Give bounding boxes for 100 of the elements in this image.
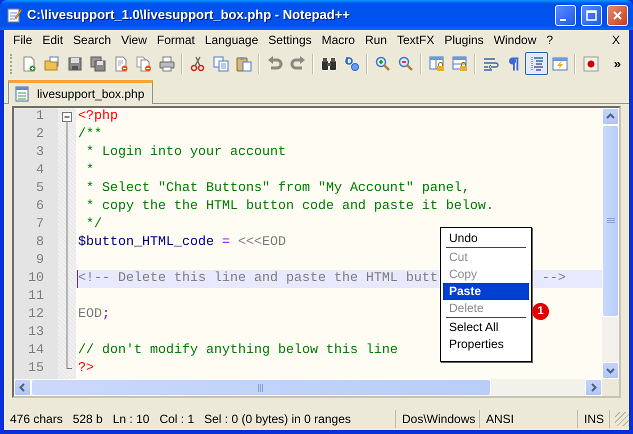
binoculars-icon [320, 56, 336, 72]
window-lock-icon [452, 56, 468, 72]
document-tab[interactable]: livesupport_box.php [8, 80, 154, 104]
vertical-scrollbar[interactable] [602, 108, 619, 379]
context-menu-item[interactable]: Undo [443, 230, 529, 247]
redo-icon [290, 56, 306, 72]
menu-item[interactable]: View [116, 31, 152, 49]
indent-guide-icon [528, 56, 544, 72]
status-text: Sel : 0 (0 bytes) in 0 ranges [204, 411, 351, 428]
lightning-window-icon [552, 56, 568, 72]
menu-item[interactable]: TextFX [392, 31, 440, 49]
close-icon [612, 10, 623, 20]
copy-icon [212, 56, 228, 72]
clipboard-icon [236, 56, 252, 72]
code-text: --> [542, 271, 566, 286]
indent-guide-button[interactable] [525, 52, 548, 75]
menu-item[interactable]: Run [360, 31, 392, 49]
line-number: 7 [35, 216, 45, 234]
line-number: 3 [35, 144, 45, 162]
context-menu-item[interactable]: Properties [443, 336, 529, 353]
context-menu-item[interactable]: Select All [443, 319, 529, 336]
code-text: */ [84, 217, 102, 232]
maximize-icon [586, 10, 597, 20]
status-text: INS [584, 411, 604, 428]
status-text: Col : 1 [159, 411, 194, 428]
menu-item[interactable]: Plugins [439, 31, 489, 49]
code-text: ; [102, 307, 110, 322]
code-text: * Select "Chat Buttons" from "My Account" panel, [84, 181, 470, 196]
printer-icon [158, 56, 174, 72]
scroll-left-icon [18, 383, 27, 392]
code-text: ?> [78, 361, 94, 376]
new-file-icon [20, 56, 36, 72]
scroll-down-icon [606, 366, 615, 375]
code-text: = [220, 235, 230, 250]
horizontal-scrollbar[interactable] [14, 379, 602, 396]
code-text: <<<EOD [236, 235, 286, 250]
window-lock-icon [428, 56, 444, 72]
line-number: 14 [27, 342, 45, 360]
menu-item[interactable]: Settings [263, 31, 317, 49]
zoom-out-icon [398, 56, 414, 72]
close-button[interactable] [607, 4, 628, 26]
minimize-icon [560, 18, 566, 20]
minimize-button[interactable] [555, 4, 576, 26]
document-icon [15, 86, 29, 102]
status-text: 528 b [72, 411, 103, 428]
line-number: 10 [27, 270, 45, 288]
documents-minus-icon [136, 56, 152, 72]
toolbar-overflow-button[interactable]: » [610, 54, 625, 74]
record-icon [582, 56, 598, 72]
code-text: * Login into your account [84, 145, 286, 160]
menu-item[interactable]: Macro [316, 31, 360, 49]
line-number: 15 [27, 360, 45, 378]
menu-item[interactable]: Format [152, 31, 200, 49]
code-text: * copy the the HTML button code and paste it below. [84, 199, 494, 214]
close-document-button[interactable]: X [606, 31, 625, 49]
line-number: 8 [35, 234, 45, 252]
floppies-icon [90, 56, 106, 72]
status-text: Ln : 10 [112, 411, 150, 428]
replace-icon [344, 56, 360, 72]
code-text: EOD [78, 307, 102, 322]
status-text: ANSI [486, 411, 514, 428]
menu-item[interactable]: Window [488, 31, 542, 49]
line-number: 2 [35, 126, 45, 144]
line-number: 9 [35, 252, 45, 270]
undo-icon [266, 56, 282, 72]
floppy-icon [66, 56, 82, 72]
menu-item[interactable]: Language [200, 31, 264, 49]
line-number: 4 [35, 162, 45, 180]
resize-grip[interactable] [615, 412, 629, 426]
status-text: Dos\Windows [402, 411, 476, 428]
document-minus-icon [112, 56, 128, 72]
zoom-in-icon [374, 56, 390, 72]
grip-icon [258, 384, 264, 392]
menu-item[interactable]: File [8, 31, 38, 49]
code-text: $button_HTML_code [78, 235, 214, 250]
line-number: 1 [35, 108, 45, 126]
window-title: C:\livesupport_1.0\livesupport_box.php - Notepad++ [27, 6, 351, 24]
notepad-icon [6, 7, 22, 23]
maximize-button[interactable] [581, 4, 602, 26]
line-number: 12 [27, 306, 45, 324]
menu-item[interactable]: Edit [37, 31, 68, 49]
folder-icon [44, 56, 60, 72]
code-text: <!-- Delete this line and paste the HTML butt [78, 271, 438, 286]
menu-item[interactable]: ? [541, 31, 558, 49]
status-text: 476 chars [10, 411, 63, 428]
code-text: // don't modify anything below this line [78, 343, 398, 358]
word-wrap-icon [482, 56, 498, 72]
code-text: /** [78, 127, 102, 142]
context-menu-item[interactable]: Paste [443, 283, 529, 300]
grip-icon [606, 218, 614, 224]
code-text: * [84, 163, 94, 178]
scroll-right-icon [589, 383, 598, 392]
line-number: 6 [35, 198, 45, 216]
scroll-up-icon [606, 112, 615, 121]
line-number: 11 [27, 288, 45, 306]
line-number: 5 [35, 180, 45, 198]
scissors-icon [190, 56, 206, 72]
line-number: 13 [27, 324, 45, 342]
menu-item[interactable]: Search [68, 31, 116, 49]
code-text: <?php [78, 109, 118, 124]
